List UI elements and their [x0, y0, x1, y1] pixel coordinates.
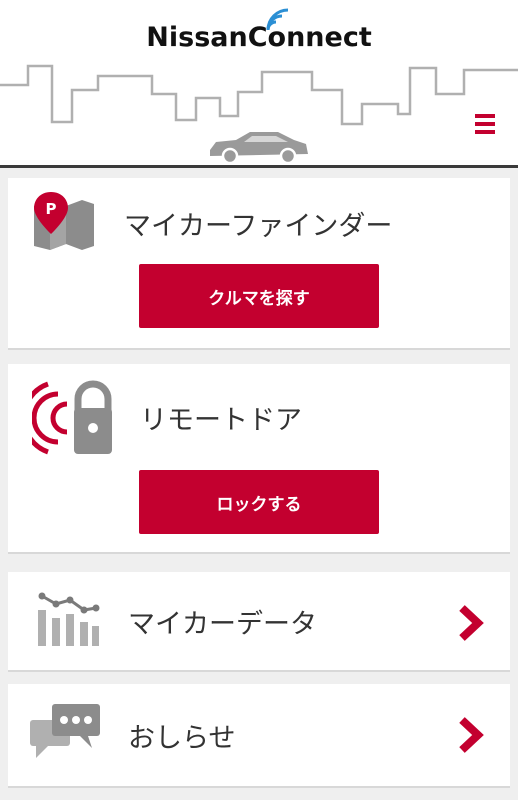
bar-chart-icon [38, 592, 100, 646]
pin-letter: P [46, 200, 57, 218]
lock-button[interactable]: ロックする [139, 470, 379, 534]
notifications-title: おしらせ [128, 723, 236, 754]
connect-signal-icon [266, 8, 289, 31]
notifications-card[interactable]: おしらせ [8, 684, 510, 786]
chevron-right-icon [459, 717, 484, 753]
signal-lock-icon [32, 380, 112, 455]
map-pin-parking-icon: P [34, 192, 94, 250]
chat-bubbles-icon [30, 704, 100, 758]
nissanconnect-logo: NissanConnect [0, 22, 518, 53]
chevron-right-icon [459, 605, 484, 641]
app-header: NissanConnect [0, 0, 518, 168]
mycar-finder-card: P マイカーファインダー クルマを探す [8, 178, 510, 348]
finder-title: マイカーファインダー [124, 211, 393, 242]
logo-text: NissanConnect [146, 22, 372, 53]
mycar-data-title: マイカーデータ [128, 609, 317, 640]
hamburger-menu-icon[interactable] [472, 114, 498, 140]
car-icon [210, 132, 308, 165]
find-car-button[interactable]: クルマを探す [139, 264, 379, 328]
remote-door-card: リモートドア ロックする [8, 364, 510, 552]
mycar-data-card[interactable]: マイカーデータ [8, 572, 510, 670]
remote-door-title: リモートドア [140, 405, 302, 436]
